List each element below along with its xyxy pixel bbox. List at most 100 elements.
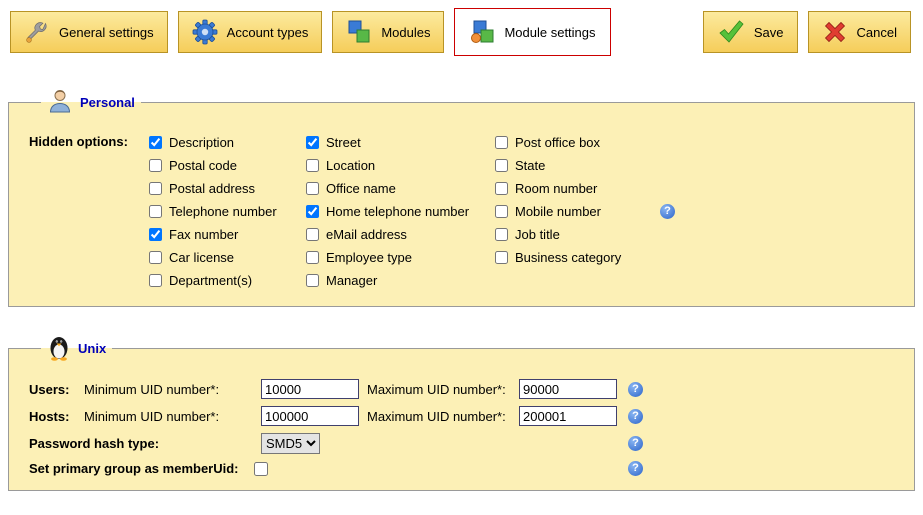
checkbox-label: Office name: [326, 181, 396, 196]
hidden-option-office-name: Office name: [306, 177, 495, 200]
hosts-uid-row: Hosts: Minimum UID number*: Maximum UID …: [29, 406, 643, 426]
hosts-min-uid-input[interactable]: [261, 406, 359, 426]
cancel-label: Cancel: [857, 25, 897, 40]
help-icon[interactable]: ?: [628, 436, 643, 451]
modules-button[interactable]: Modules: [332, 11, 444, 53]
hidden-option-email-address: eMail address: [306, 223, 495, 246]
hidden-option-car-license-checkbox[interactable]: [149, 251, 162, 264]
users-min-uid-label: Minimum UID number*:: [84, 382, 261, 397]
checkbox-label: Mobile number: [515, 204, 601, 219]
hidden-option-job-title-checkbox[interactable]: [495, 228, 508, 241]
check-icon: [717, 19, 745, 45]
hidden-option-telephone-number-checkbox[interactable]: [149, 205, 162, 218]
hidden-option-room-number-checkbox[interactable]: [495, 182, 508, 195]
hidden-option-job-title: Job title: [495, 223, 675, 246]
checkbox-label: Manager: [326, 273, 377, 288]
hidden-option-street-checkbox[interactable]: [306, 136, 319, 149]
checkbox-label: Home telephone number: [326, 204, 469, 219]
hidden-option-office-name-checkbox[interactable]: [306, 182, 319, 195]
hidden-options-column-2: Street Location Office name Home telephone …: [306, 131, 495, 292]
checkbox-label: eMail address: [326, 227, 407, 242]
hidden-option-fax-number-checkbox[interactable]: [149, 228, 162, 241]
help-icon[interactable]: ?: [660, 204, 675, 219]
account-types-label: Account types: [227, 25, 309, 40]
checkbox-label: Street: [326, 135, 361, 150]
module-settings-tab-selected[interactable]: Module settings: [454, 8, 610, 56]
tux-penguin-icon: [47, 333, 71, 364]
save-label: Save: [754, 25, 784, 40]
help-icon[interactable]: ?: [628, 382, 643, 397]
gear-icon: [192, 19, 218, 45]
hidden-option-post-office-box-checkbox[interactable]: [495, 136, 508, 149]
hosts-max-uid-label: Maximum UID number*:: [367, 409, 519, 424]
general-settings-label: General settings: [59, 25, 154, 40]
checkbox-label: Employee type: [326, 250, 412, 265]
hidden-option-employee-type-checkbox[interactable]: [306, 251, 319, 264]
hidden-option-business-category: Business category: [495, 246, 675, 269]
member-uid-checkbox[interactable]: [254, 462, 268, 476]
unix-legend-label: Unix: [78, 341, 106, 356]
modules-label: Modules: [381, 25, 430, 40]
checkbox-label: Business category: [515, 250, 621, 265]
cancel-button[interactable]: Cancel: [808, 11, 911, 53]
checkbox-label: Room number: [515, 181, 597, 196]
hidden-option-manager: Manager: [306, 269, 495, 292]
hidden-option-postal-code: Postal code: [149, 154, 306, 177]
password-hash-row: Password hash type: SMD5 ?: [29, 433, 643, 454]
checkbox-label: Fax number: [169, 227, 238, 242]
password-hash-label: Password hash type:: [29, 436, 261, 451]
users-min-uid-input[interactable]: [261, 379, 359, 399]
hidden-option-home-telephone-number-checkbox[interactable]: [306, 205, 319, 218]
checkbox-label: Department(s): [169, 273, 252, 288]
hosts-label: Hosts:: [29, 409, 84, 424]
checkbox-label: Description: [169, 135, 234, 150]
hidden-option-postal-address: Postal address: [149, 177, 306, 200]
hidden-option-post-office-box: Post office box: [495, 131, 675, 154]
password-hash-select[interactable]: SMD5: [261, 433, 320, 454]
hidden-option-postal-address-checkbox[interactable]: [149, 182, 162, 195]
hidden-option-telephone-number: Telephone number: [149, 200, 306, 223]
wrench-icon: [24, 19, 50, 45]
hidden-options-row: Hidden options: DescriptionPostal codePo…: [29, 125, 894, 292]
users-max-uid-input[interactable]: [519, 379, 617, 399]
member-uid-row: Set primary group as memberUid: ?: [29, 461, 643, 476]
hidden-option-description: Description: [149, 131, 306, 154]
personal-legend: Personal: [41, 88, 141, 117]
hidden-option-location: Location: [306, 154, 495, 177]
hidden-option-email-address-checkbox[interactable]: [306, 228, 319, 241]
help-icon[interactable]: ?: [628, 461, 643, 476]
hidden-option-business-category-checkbox[interactable]: [495, 251, 508, 264]
hidden-option-department-s--checkbox[interactable]: [149, 274, 162, 287]
hidden-option-postal-code-checkbox[interactable]: [149, 159, 162, 172]
hidden-option-department-s-: Department(s): [149, 269, 306, 292]
hidden-option-street: Street: [306, 131, 495, 154]
personal-legend-label: Personal: [80, 95, 135, 110]
cubes-icon: [346, 19, 372, 45]
hosts-max-uid-input[interactable]: [519, 406, 617, 426]
hidden-option-description-checkbox[interactable]: [149, 136, 162, 149]
unix-section: Unix Users: Minimum UID number*: Maximum…: [8, 333, 915, 491]
help-icon[interactable]: ?: [628, 409, 643, 424]
users-max-uid-label: Maximum UID number*:: [367, 382, 519, 397]
checkbox-label: Location: [326, 158, 375, 173]
hidden-option-state-checkbox[interactable]: [495, 159, 508, 172]
checkbox-label: Car license: [169, 250, 234, 265]
unix-legend: Unix: [41, 333, 112, 364]
hidden-option-location-checkbox[interactable]: [306, 159, 319, 172]
checkbox-label: Post office box: [515, 135, 600, 150]
save-button[interactable]: Save: [703, 11, 798, 53]
hidden-options-column-3: Post office box State Room number Mobile nu…: [495, 131, 675, 292]
lam-module-settings-page: General settings: [0, 0, 923, 491]
account-types-button[interactable]: Account types: [178, 11, 323, 53]
hidden-option-manager-checkbox[interactable]: [306, 274, 319, 287]
general-settings-button[interactable]: General settings: [10, 11, 168, 53]
hidden-options-column-1: Description Postal codePostal addressTele…: [149, 131, 306, 292]
hosts-min-uid-label: Minimum UID number*:: [84, 409, 261, 424]
hidden-option-state: State: [495, 154, 675, 177]
hidden-option-employee-type: Employee type: [306, 246, 495, 269]
cancel-icon: [822, 19, 848, 45]
users-label: Users:: [29, 382, 84, 397]
users-uid-row: Users: Minimum UID number*: Maximum UID …: [29, 379, 643, 399]
toolbar: General settings: [0, 0, 923, 62]
hidden-option-mobile-number-checkbox[interactable]: [495, 205, 508, 218]
